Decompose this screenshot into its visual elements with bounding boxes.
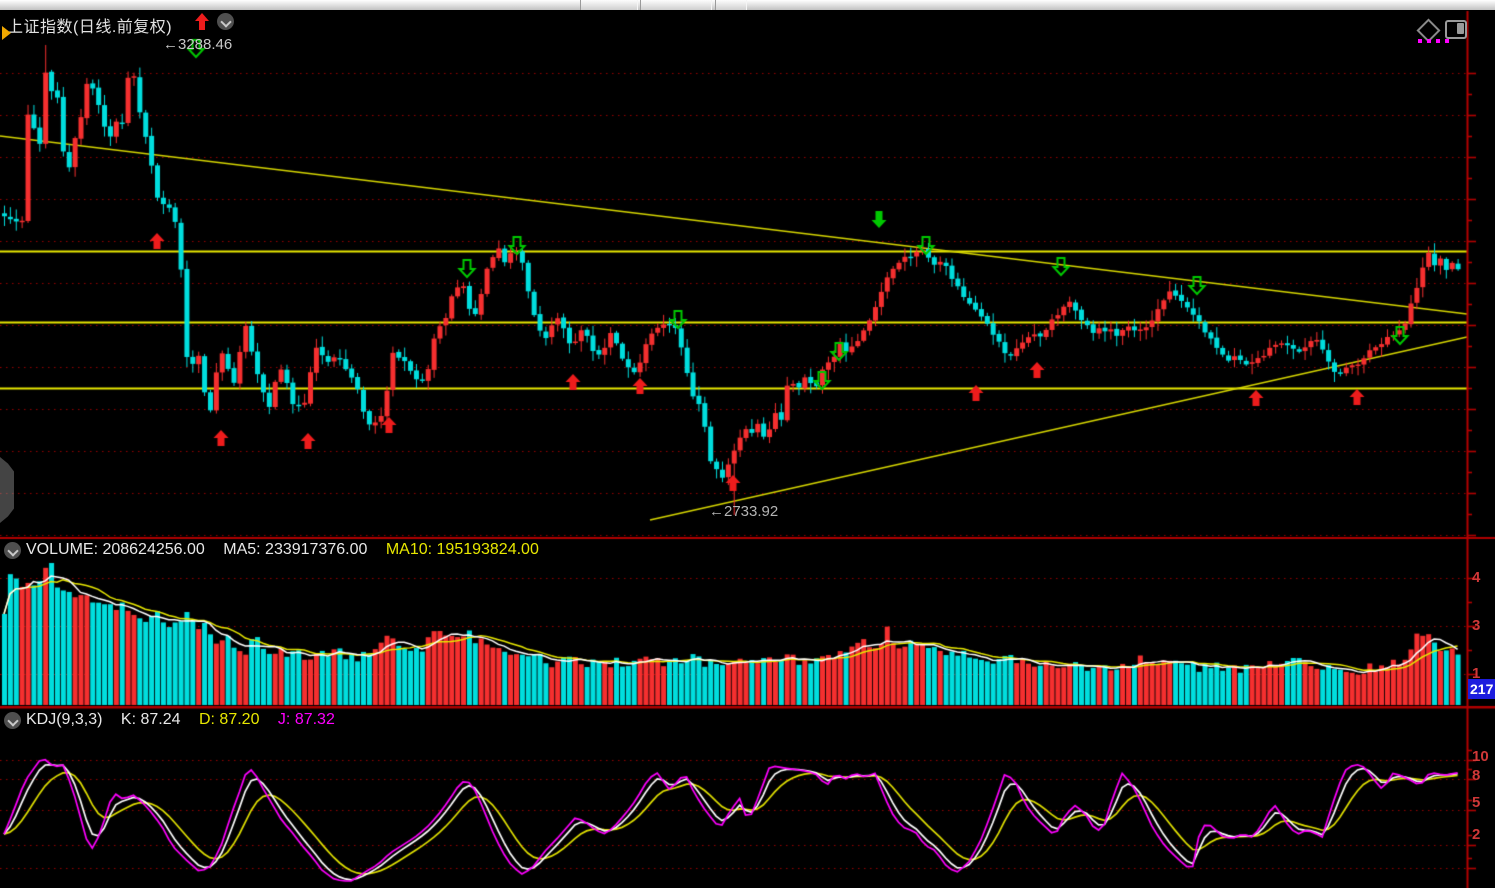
volume-current-badge: 217 [1468,679,1495,699]
top-toolbar-strip [0,0,1495,10]
trading-app-window: { "window": { "title": "上证指数(日线.前复权)", "… [0,0,1495,888]
axis-tick-label: 2 [1472,826,1480,843]
kdj-j-value: J: 87.32 [278,711,335,728]
kdj-d-value: D: 87.20 [199,711,259,728]
kdj-collapse-chevron-icon[interactable] [4,712,21,729]
volume-indicator-header: VOLUME: 208624256.00 MA5: 233917376.00 M… [26,541,553,559]
window-layout-icon[interactable] [1445,20,1467,39]
low-price-label: ←2733.92 [709,503,778,520]
high-price-label: ←3288.46 [163,36,232,53]
collapse-chevron-icon[interactable] [217,13,234,30]
expand-triangle-icon[interactable] [2,26,11,40]
axis-tick-label: 4 [1472,569,1480,586]
magenta-dot [1418,39,1422,43]
chart-canvas[interactable] [0,0,1495,888]
axis-tick-label: 10 [1472,748,1489,765]
symbol-title: 上证指数(日线.前复权) [7,13,172,37]
volume-value: VOLUME: 208624256.00 [26,541,205,558]
toolbar-button-edge[interactable] [640,0,712,10]
toolbar-button-edge[interactable] [580,0,638,10]
toolbar-button-edge[interactable] [715,0,747,10]
volume-ma10-value: MA10: 195193824.00 [386,541,539,558]
kdj-k-value: K: 87.24 [121,711,181,728]
axis-tick-label: 5 [1472,794,1480,811]
axis-tick-label: 3 [1472,617,1480,634]
kdj-name: KDJ(9,3,3) [26,711,102,728]
axis-tick-label: 1 [1472,665,1480,682]
magenta-dot [1427,39,1431,43]
volume-collapse-chevron-icon[interactable] [4,542,21,559]
window-layout-fill [1457,23,1464,34]
magenta-dot [1445,39,1449,43]
volume-ma5-value: MA5: 233917376.00 [223,541,367,558]
chart-title-bar: 上证指数(日线.前复权) [0,10,1495,34]
kdj-indicator-header: KDJ(9,3,3) K: 87.24 D: 87.20 J: 87.32 [26,711,349,729]
up-arrow-icon [194,12,210,32]
magenta-dot [1436,39,1440,43]
axis-tick-label: 8 [1472,767,1480,784]
